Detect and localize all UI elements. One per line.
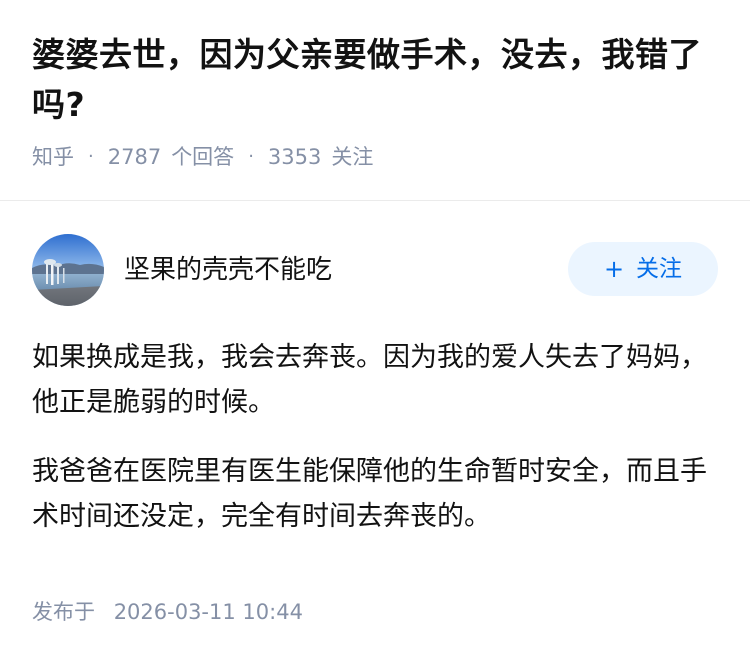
answer-body[interactable]: 如果换成是我，我会去奔丧。因为我的爱人失去了妈妈，他正是脆弱的时候。 我爸爸在医… [32,335,718,563]
answer-paragraph: 如果换成是我，我会去奔丧。因为我的爱人失去了妈妈，他正是脆弱的时候。 [32,342,707,418]
question-header: 婆婆去世，因为父亲要做手术，没去，我错了吗? 知乎 · 2787 个回答 · 3… [0,0,750,200]
avatar[interactable] [32,234,104,306]
question-title[interactable]: 婆婆去世，因为父亲要做手术，没去，我错了吗? [32,30,718,130]
source-label[interactable]: 知乎 [32,142,74,172]
follow-button[interactable]: + 关注 [568,242,718,296]
avatar-lake-photo-icon [32,234,104,306]
publish-timestamp: 2026-03-11 10:44 [113,600,303,624]
meta-separator-dot: · [248,146,254,167]
author-name[interactable]: 坚果的壳壳不能吃 [124,252,332,288]
publish-time: 发布于 2026-03-11 10:44 [32,597,303,627]
meta-separator-dot: · [88,146,94,167]
answer-count-label: 个回答 [171,145,235,169]
plus-icon: + [603,255,625,283]
question-meta: 知乎 · 2787 个回答 · 3353 关注 [32,142,718,172]
follow-button-label: 关注 [636,256,683,282]
author-row: 坚果的壳壳不能吃 + 关注 [32,234,718,306]
answer-count: 2787 [107,145,162,169]
answer-card: 坚果的壳壳不能吃 + 关注 如果换成是我，我会去奔丧。因为我的爱人失去了妈妈，他… [0,201,750,664]
follow-count-label: 关注 [331,145,374,169]
follow-count: 3353 [267,145,322,169]
answer-paragraph: 我爸爸在医院里有医生能保障他的生命暂时安全，而且手术时间还没定，完全有时间去奔丧… [32,456,707,532]
publish-label: 发布于 [32,600,95,624]
